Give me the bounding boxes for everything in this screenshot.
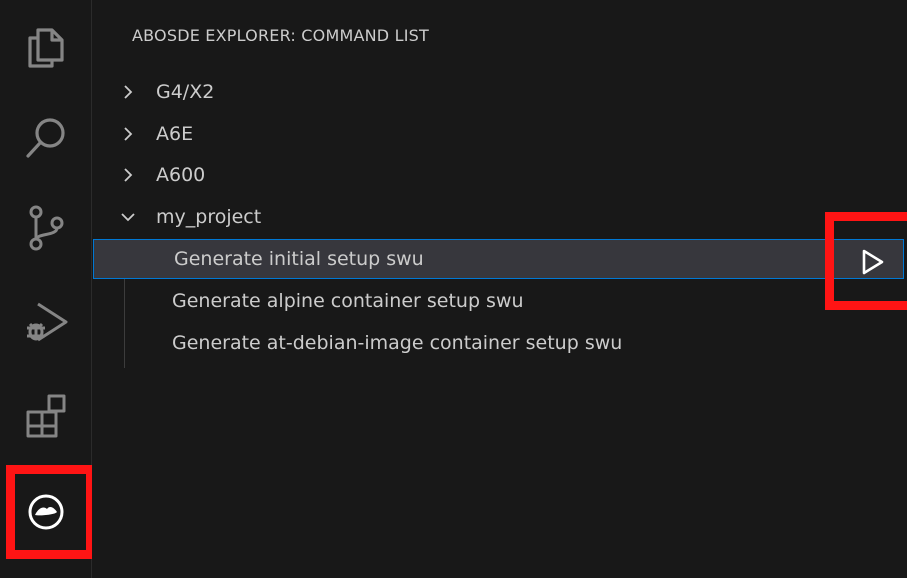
activity-bar <box>0 0 95 578</box>
tree-item-my-project[interactable]: my_project <box>92 197 907 237</box>
play-icon <box>862 249 884 275</box>
tree-item-label: A6E <box>156 123 194 145</box>
command-label: Generate alpine container setup swu <box>172 290 524 312</box>
search-icon[interactable] <box>18 110 74 166</box>
run-debug-icon[interactable] <box>18 294 74 350</box>
panel-title: ABOSDE EXPLORER: COMMAND LIST <box>132 26 429 45</box>
tree-item-g4x2[interactable]: G4/X2 <box>92 72 907 112</box>
command-generate-at-debian-image[interactable]: Generate at-debian-image container setup… <box>92 323 907 363</box>
tree-item-a6e[interactable]: A6E <box>92 114 907 154</box>
tree-item-label: my_project <box>156 206 262 228</box>
source-control-icon[interactable] <box>18 200 74 256</box>
tree-item-label: A600 <box>156 164 206 186</box>
vscode-window: ABOSDE EXPLORER: COMMAND LIST G4/X2 A6E … <box>0 0 907 578</box>
tree-item-label: G4/X2 <box>156 81 215 103</box>
command-label: Generate at-debian-image container setup… <box>172 332 623 354</box>
command-label: Generate initial setup swu <box>174 248 424 270</box>
run-command-button[interactable] <box>854 244 890 280</box>
chevron-right-icon <box>124 168 133 182</box>
command-generate-initial-setup[interactable]: Generate initial setup swu <box>93 239 904 279</box>
tree-item-a600[interactable]: A600 <box>92 155 907 195</box>
abosde-icon[interactable] <box>18 484 74 540</box>
side-panel: ABOSDE EXPLORER: COMMAND LIST G4/X2 A6E … <box>92 0 907 578</box>
chevron-down-icon <box>121 213 135 222</box>
command-generate-alpine-container[interactable]: Generate alpine container setup swu <box>92 281 907 321</box>
chevron-right-icon <box>124 85 133 99</box>
chevron-right-icon <box>124 127 133 141</box>
explorer-icon[interactable] <box>18 20 74 76</box>
extensions-icon[interactable] <box>18 388 74 444</box>
